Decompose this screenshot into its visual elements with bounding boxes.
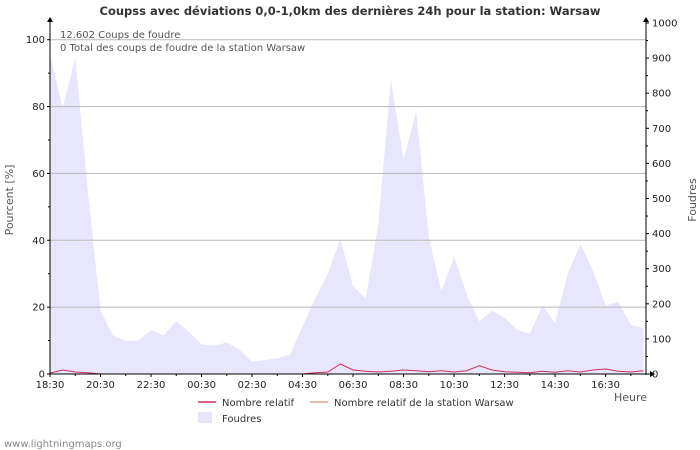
legend: Nombre relatif Nombre relatif de la stat… [198,398,514,425]
x-tick-label: 12:30 [490,380,519,391]
right-tick-label: 800 [652,89,671,100]
right-tick-label: 100 [652,334,671,345]
info-strike-count: 12.602 Coups de foudre [60,30,180,41]
right-tick-label: 600 [652,159,671,170]
right-tick-label: 900 [652,54,671,65]
legend-label-station: Nombre relatif de la station Warsaw [334,398,514,409]
x-tick-label: 20:30 [86,380,115,391]
info-station-total: 0 Total des coups de foudre de la statio… [60,43,305,54]
left-tick-label: 40 [32,236,45,247]
x-tick-label: 18:30 [36,380,65,391]
left-axis-ticks: 0 20 40 60 80 100 [26,35,50,381]
legend-label-strikes: Foudres [222,414,261,425]
right-tick-label: 200 [652,299,671,310]
legend-swatch-strikes [198,412,212,423]
lightning-chart: Coupss avec déviations 0,0-1,0km des der… [3,4,699,450]
y-axis-right-arrow [643,17,649,22]
x-tick-label: 10:30 [440,380,469,391]
right-tick-label: 1000 [652,19,677,30]
site-credit: www.lightningmaps.org [4,439,122,450]
x-tick-label: 14:30 [541,380,570,391]
x-tick-label: 04:30 [288,380,317,391]
right-axis-ticks: 0 100 200 300 400 500 600 700 800 900 1000 [646,19,677,381]
strikes-area [50,54,644,374]
right-tick-label: 0 [652,370,658,381]
grid-lines [50,39,646,308]
left-tick-label: 100 [26,35,45,46]
left-tick-label: 0 [39,370,45,381]
right-tick-label: 500 [652,194,671,205]
left-tick-label: 60 [32,169,45,180]
legend-label-relative: Nombre relatif [222,398,295,409]
x-tick-label: 02:30 [238,380,267,391]
right-tick-label: 700 [652,124,671,135]
right-tick-label: 400 [652,229,671,240]
x-tick-label: 08:30 [389,380,418,391]
x-tick-label: 16:30 [591,380,620,391]
y-axis-right-label: Foudres [686,178,699,222]
right-tick-label: 300 [652,264,671,275]
left-tick-label: 80 [32,102,45,113]
x-axis-ticks: 18:30 20:30 22:30 00:30 02:30 04:30 06:30 08:30… [36,374,632,391]
x-axis-label: Heure [614,391,647,404]
strikes-area-series [50,54,644,374]
y-axis-left-label: Pourcent [%] [3,165,16,236]
chart-title: Coupss avec déviations 0,0-1,0km des der… [100,4,601,18]
x-tick-label: 06:30 [339,380,368,391]
y-axis-left-arrow [47,17,53,22]
left-tick-label: 20 [32,303,45,314]
x-tick-label: 00:30 [187,380,216,391]
x-tick-label: 22:30 [137,380,166,391]
